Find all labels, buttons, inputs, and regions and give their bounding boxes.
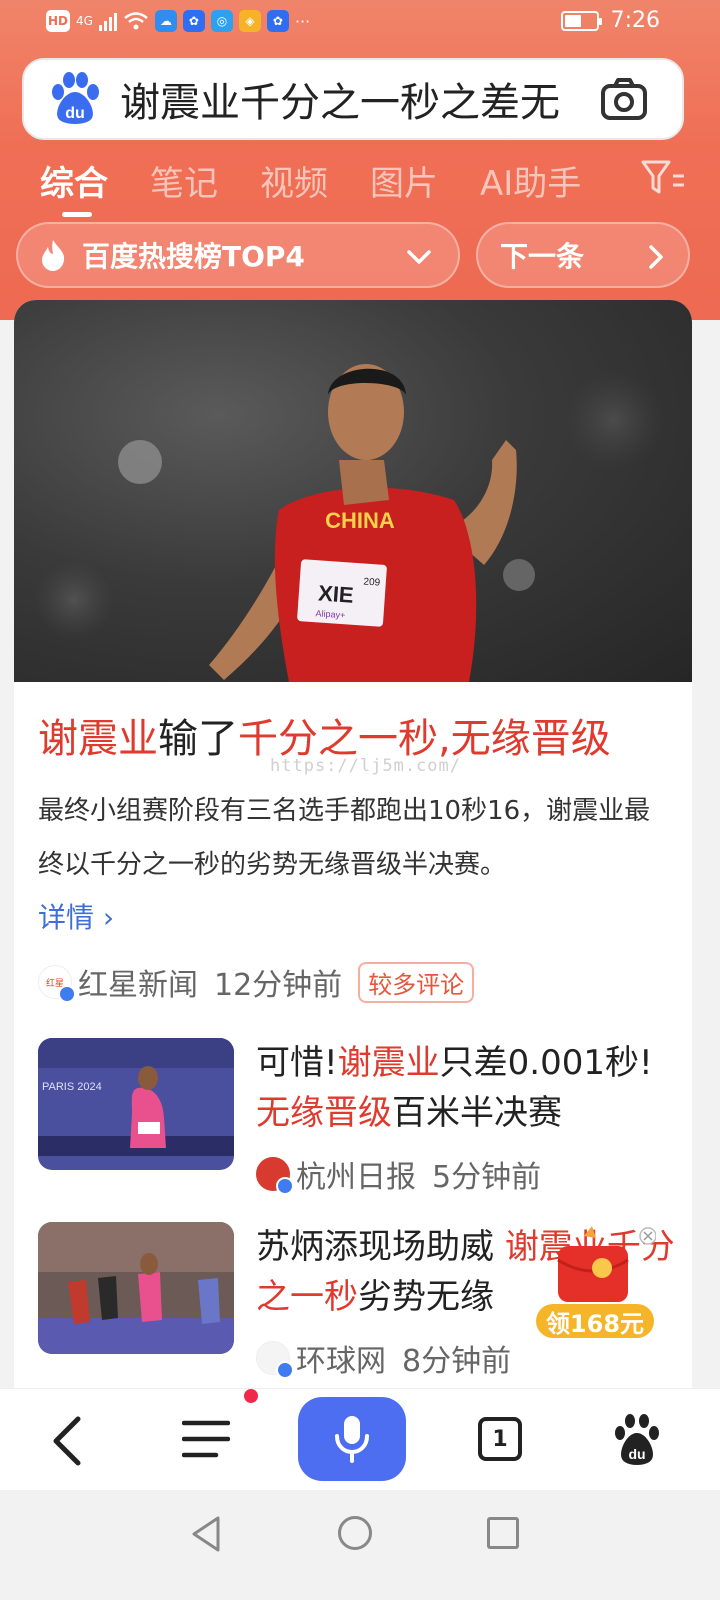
headline-text: 输了: [158, 716, 238, 762]
jersey-country-text: CHINA: [325, 508, 395, 533]
result-tabs: 综合 笔记 视频 图片 AI助手: [40, 150, 623, 217]
source-name[interactable]: 环球网: [296, 1336, 386, 1380]
notification-dot: [244, 1389, 258, 1403]
tab-ai-assistant[interactable]: AI助手: [480, 156, 581, 205]
title-text: 可惜!: [256, 1043, 338, 1083]
status-icons-right: 7:26: [560, 8, 660, 33]
bib-name-text: XIE: [317, 580, 354, 607]
news-source-row: 杭州日报 5分钟前: [256, 1152, 541, 1196]
source-logo-icon: [256, 1341, 294, 1379]
source-logo-icon: 红星: [38, 965, 76, 1003]
watermark: https://lj5m.com/: [270, 756, 461, 776]
hot-search-chip[interactable]: 百度热搜榜TOP4: [16, 222, 460, 288]
svg-text:du: du: [628, 1446, 645, 1462]
menu-icon[interactable]: [182, 1419, 230, 1459]
publish-time: 8分钟前: [402, 1344, 512, 1379]
baidu-home-icon[interactable]: du: [612, 1411, 662, 1467]
red-packet-promo[interactable]: 领168元: [536, 1222, 656, 1340]
verified-icon: [276, 1361, 294, 1379]
news-item[interactable]: PARIS 2024 可惜!谢震业只差0.001秒! 无缘晋级百米半决赛 杭州日报…: [38, 1038, 678, 1195]
title-keyword: 谢震业: [337, 1043, 440, 1083]
red-packet-label: 领168元: [536, 1304, 654, 1338]
search-box[interactable]: du 谢震业千分之一秒之差无: [22, 58, 684, 140]
filter-icon[interactable]: [640, 158, 686, 198]
bottom-nav: 1 du: [0, 1388, 720, 1490]
hero-image[interactable]: CHINA XIE 209 Alipay+: [14, 300, 692, 682]
bib-sponsor-text: Alipay+: [315, 608, 345, 620]
tab-video[interactable]: 视频: [260, 156, 328, 205]
title-text: 劣势无缘: [358, 1277, 494, 1317]
system-nav-bar: [0, 1490, 720, 1600]
back-icon[interactable]: [46, 1413, 86, 1469]
news-thumbnail: PARIS 2024: [38, 1038, 234, 1170]
battery-icon: [560, 10, 602, 31]
system-back-icon[interactable]: [188, 1514, 224, 1554]
flame-icon: [42, 240, 65, 271]
title-text: 百米半决赛: [392, 1093, 562, 1133]
more-notifications-icon: ···: [294, 11, 311, 31]
network-type-label: 4G: [76, 14, 93, 28]
hd-icon: HD: [46, 10, 71, 32]
tab-images[interactable]: 图片: [370, 156, 438, 205]
svg-text:du: du: [65, 105, 85, 122]
title-text: 苏炳添现场助威: [256, 1227, 505, 1267]
battery-level: [564, 14, 582, 27]
hot-search-label: 百度热搜榜TOP4: [82, 240, 305, 273]
comments-badge: 较多评论: [358, 961, 475, 1003]
baidu-paw-logo-icon[interactable]: du: [46, 70, 104, 128]
details-link[interactable]: 详情 ›: [38, 896, 114, 936]
source-row: 红星 红星新闻 12分钟前 较多评论: [38, 960, 475, 1004]
search-input[interactable]: 谢震业千分之一秒之差无: [120, 70, 582, 128]
status-icons-left: HD 4G ☁ ✿ ◎ ◈ ✿ ···: [46, 10, 310, 32]
verified-icon: [276, 1177, 294, 1195]
tab-switcher-button[interactable]: 1: [478, 1417, 522, 1461]
baidu-app-icon-2: ✿: [266, 10, 289, 32]
pay-app-icon: ◈: [238, 10, 261, 32]
chevron-right-icon: [649, 245, 663, 269]
title-keyword: 无缘晋级: [256, 1093, 392, 1133]
next-item-label: 下一条: [500, 240, 585, 273]
weather-app-icon: ☁: [154, 10, 177, 32]
tab-notes[interactable]: 笔记: [150, 156, 218, 205]
status-bar: HD 4G ☁ ✿ ◎ ◈ ✿ ··· 7:26: [0, 0, 720, 44]
chevron-down-icon: [407, 250, 431, 264]
news-thumbnail: [38, 1222, 234, 1354]
headline-keyword: 谢震业: [38, 716, 158, 762]
title-text: 只差0.001秒!: [439, 1043, 653, 1083]
news-title: 可惜!谢震业只差0.001秒! 无缘晋级百米半决赛: [256, 1038, 676, 1138]
next-item-button[interactable]: 下一条: [476, 222, 690, 288]
clock: 7:26: [610, 8, 660, 33]
voice-search-button[interactable]: [298, 1397, 406, 1481]
headline-keyword: 无缘晋级: [450, 716, 611, 762]
verified-icon: [58, 985, 76, 1003]
summary-text: 最终小组赛阶段有三名选手都跑出10秒16，谢震业最终以千分之一秒的劣势无缘晋级半…: [38, 796, 651, 880]
source-name[interactable]: 杭州日报: [296, 1152, 416, 1196]
signal-icon: [98, 11, 117, 31]
camera-icon[interactable]: [598, 73, 650, 125]
tab-all[interactable]: 综合: [40, 156, 108, 217]
system-recents-icon[interactable]: [487, 1517, 519, 1549]
microphone-icon: [335, 1416, 369, 1463]
bib-number-text: 209: [363, 576, 381, 588]
source-name[interactable]: 红星新闻: [78, 960, 198, 1004]
publish-time: 12分钟前: [214, 968, 343, 1003]
browser-app-icon: ◎: [210, 10, 233, 32]
system-home-icon[interactable]: [338, 1516, 372, 1550]
news-source-row: 环球网 8分钟前: [256, 1336, 511, 1380]
publish-time: 5分钟前: [432, 1160, 542, 1195]
sprinter-photo: CHINA XIE 209 Alipay+: [34, 364, 664, 682]
source-logo-icon: [256, 1157, 294, 1195]
thumb-paris-text: PARIS 2024: [42, 1081, 102, 1093]
baidu-app-icon: ✿: [182, 10, 205, 32]
wifi-icon: [124, 12, 148, 30]
